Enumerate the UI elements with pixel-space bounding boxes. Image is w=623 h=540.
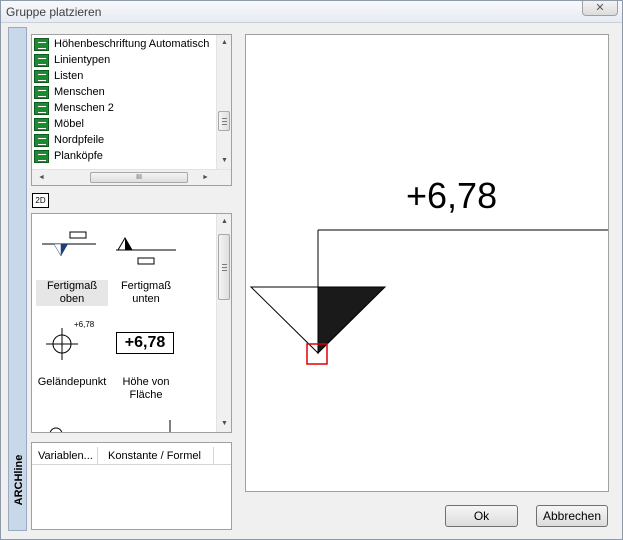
library-folder-icon bbox=[34, 70, 49, 83]
library-folder-icon bbox=[34, 54, 49, 67]
scroll-down-icon[interactable]: ▼ bbox=[217, 153, 232, 168]
list-item[interactable]: Listen bbox=[34, 69, 214, 85]
symbol-preview: +6,78 bbox=[245, 34, 609, 492]
brand-label-box: ARCHline bbox=[10, 442, 26, 522]
symbol-label: Fläche bbox=[129, 389, 163, 401]
symbol-fertigmass-oben[interactable]: Fertigmaß oben bbox=[36, 226, 108, 310]
window-title: Gruppe platzieren bbox=[6, 5, 102, 19]
symbol-label: Geländepunkt bbox=[37, 376, 107, 388]
list-item-label: Nordpfeile bbox=[54, 134, 105, 146]
title-bar: Gruppe platzieren ✕ bbox=[1, 1, 622, 23]
ok-button[interactable]: Ok bbox=[445, 505, 518, 527]
gallery-vertical-scrollbar[interactable]: ▲ ▼ bbox=[216, 214, 231, 432]
brand-label: ARCHline bbox=[13, 454, 25, 506]
symbol-fertigmass-unten[interactable]: Fertigmaß unten bbox=[110, 226, 182, 310]
library-folder-icon bbox=[34, 86, 49, 99]
library-folder-icon bbox=[34, 38, 49, 51]
next-symbol-partial-icon bbox=[49, 420, 171, 432]
area-height-box: +6,78 bbox=[116, 332, 174, 354]
close-button[interactable]: ✕ bbox=[582, 1, 618, 16]
column-header-formula[interactable]: Konstante / Formel bbox=[98, 447, 214, 465]
list-item[interactable]: Möbel bbox=[34, 117, 214, 133]
library-folder-icon bbox=[34, 118, 49, 131]
list-item[interactable]: Linientypen bbox=[34, 53, 214, 69]
gallery-scroll-thumb[interactable] bbox=[218, 234, 230, 300]
variables-table[interactable]: Variablen... Konstante / Formel bbox=[31, 442, 232, 530]
list-vertical-scrollbar[interactable]: ▲ ▼ bbox=[216, 35, 231, 169]
library-folder-icon bbox=[34, 134, 49, 147]
list-item-label: Höhenbeschriftung Automatisch bbox=[54, 38, 210, 50]
list-item-label: Planköpfe bbox=[54, 150, 103, 162]
scroll-left-icon[interactable]: ◄ bbox=[34, 170, 49, 185]
elevation-bottom-icon bbox=[116, 237, 176, 265]
symbol-label: Fertigmaß bbox=[120, 280, 172, 292]
scroll-right-icon[interactable]: ► bbox=[198, 170, 213, 185]
list-item-label: Möbel bbox=[54, 118, 84, 130]
list-item-label: Menschen 2 bbox=[54, 102, 114, 114]
list-item-label: Linientypen bbox=[54, 54, 111, 66]
elevation-top-icon bbox=[42, 231, 96, 257]
symbol-label: unten bbox=[132, 293, 160, 305]
symbol-label: Höhe von bbox=[122, 376, 170, 388]
library-list[interactable]: Höhenbeschriftung Automatisch Linientype… bbox=[31, 34, 232, 186]
table-header: Variablen... Konstante / Formel bbox=[32, 447, 231, 465]
list-item-label: Menschen bbox=[54, 86, 105, 98]
symbol-gallery[interactable]: Fertigmaß oben Fertigmaß unten +6,78 Gel… bbox=[31, 213, 232, 433]
list-item[interactable]: Menschen bbox=[34, 85, 214, 101]
side-brand-strip: ARCHline bbox=[8, 27, 27, 531]
scroll-down-icon[interactable]: ▼ bbox=[217, 416, 231, 431]
terrain-point-value: +6,78 bbox=[74, 320, 95, 329]
library-folder-icon bbox=[34, 150, 49, 163]
list-item[interactable]: Planköpfe bbox=[34, 149, 214, 165]
scroll-up-icon[interactable]: ▲ bbox=[217, 35, 232, 50]
cancel-button[interactable]: Abbrechen bbox=[536, 505, 608, 527]
view-2d-toggle[interactable]: 2D bbox=[32, 193, 49, 208]
column-header-variables[interactable]: Variablen... bbox=[32, 447, 98, 465]
list-item-label: Listen bbox=[54, 70, 84, 82]
scroll-up-icon[interactable]: ▲ bbox=[217, 214, 231, 229]
list-scroll-thumb[interactable] bbox=[218, 111, 230, 131]
preview-elevation-marker bbox=[249, 229, 608, 365]
symbol-label: oben bbox=[36, 293, 108, 306]
library-folder-icon bbox=[34, 102, 49, 115]
symbol-label: Fertigmaß bbox=[36, 280, 108, 293]
list-hscroll-thumb[interactable]: III bbox=[90, 172, 188, 183]
list-horizontal-scrollbar[interactable]: ◄ III ► bbox=[32, 169, 231, 185]
group-place-dialog: Gruppe platzieren ✕ ARCHline Höhenbeschr… bbox=[0, 0, 623, 540]
symbol-gelaendepunkt[interactable]: +6,78 Geländepunkt bbox=[36, 318, 108, 394]
close-icon: ✕ bbox=[595, 2, 605, 14]
terrain-point-icon bbox=[46, 328, 78, 360]
list-item[interactable]: Nordpfeile bbox=[34, 133, 214, 149]
list-item[interactable]: Menschen 2 bbox=[34, 101, 214, 117]
list-item[interactable]: Höhenbeschriftung Automatisch bbox=[34, 37, 214, 53]
symbol-hoehe-von-flaeche[interactable]: +6,78 Höhe von Fläche bbox=[110, 318, 182, 402]
